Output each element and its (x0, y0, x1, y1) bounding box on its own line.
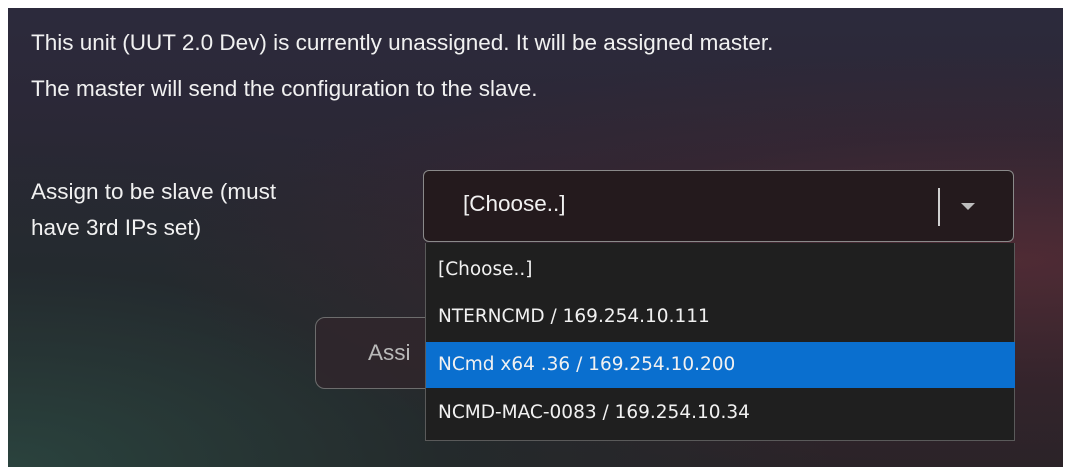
slave-select[interactable]: [Choose..] (423, 170, 1014, 242)
dropdown-option-label: NTERNCMD / 169.254.10.111 (438, 306, 710, 327)
dropdown-option-label: [Choose..] (438, 259, 533, 280)
slave-dropdown-list: [Choose..] NTERNCMD / 169.254.10.111 NCm… (425, 243, 1015, 441)
dropdown-option[interactable]: NCMD-MAC-0083 / 169.254.10.34 (426, 390, 1015, 436)
dropdown-option-highlighted[interactable]: NCmd x64 .36 / 169.254.10.200 (426, 342, 1015, 388)
dropdown-option[interactable]: NTERNCMD / 169.254.10.111 (426, 294, 1015, 340)
dropdown-option-label: NCMD-MAC-0083 / 169.254.10.34 (438, 402, 750, 423)
slave-select-value: [Choose..] (463, 191, 566, 216)
select-separator (938, 188, 940, 226)
dropdown-option-label: NCmd x64 .36 / 169.254.10.200 (438, 354, 736, 375)
assign-slave-label: Assign to be slave (must have 3rd IPs se… (31, 179, 277, 240)
dialog-panel: This unit (UUT 2.0 Dev) is currently una… (8, 8, 1063, 467)
assign-button-label: Assi (368, 340, 411, 365)
dropdown-option[interactable]: [Choose..] (426, 247, 1015, 293)
status-message-line2: The master will send the configuration t… (31, 76, 538, 101)
status-message-line1: This unit (UUT 2.0 Dev) is currently una… (31, 30, 774, 55)
chevron-down-icon[interactable] (961, 203, 975, 210)
